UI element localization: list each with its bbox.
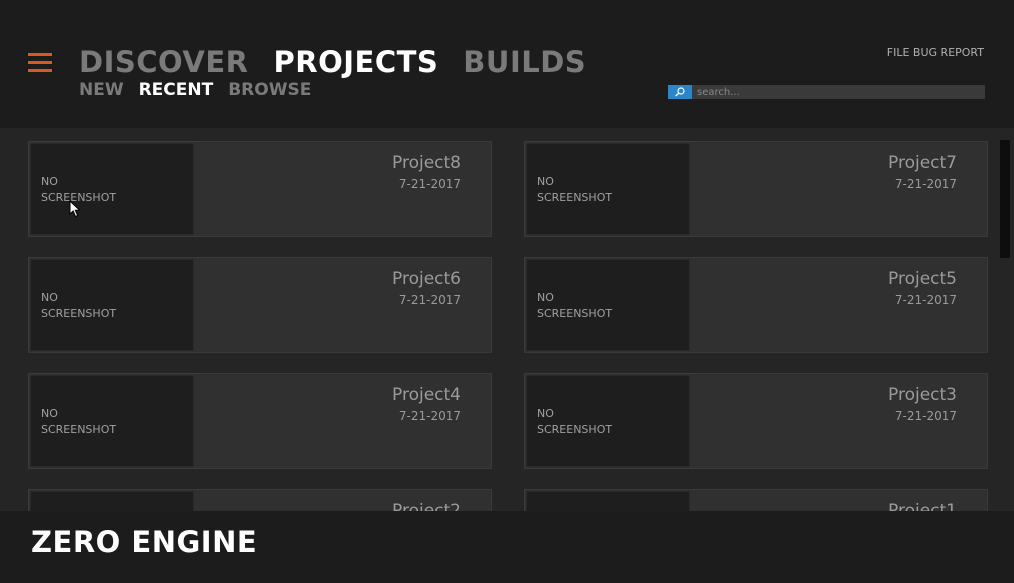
thumbnail-label-line2: SCREENSHOT [537, 307, 613, 320]
project-date: 7-21-2017 [398, 409, 461, 423]
subtab-browse[interactable]: BROWSE [228, 79, 311, 101]
thumbnail-label-line1: NO [537, 407, 554, 420]
brand-title: ZERO ENGINE [31, 525, 258, 559]
project-thumbnail: NO SCREENSHOT [526, 143, 690, 235]
footer: ZERO ENGINE [0, 511, 1014, 583]
thumbnail-label-line2: SCREENSHOT [41, 307, 117, 320]
thumbnail-label-line1: NO [41, 291, 58, 304]
project-date: 7-21-2017 [398, 293, 461, 307]
project-card-project4[interactable]: NO SCREENSHOT Project4 7-21-2017 [28, 373, 492, 469]
project-thumbnail: NO SCREENSHOT [30, 259, 194, 351]
thumbnail-label-line1: NO [537, 175, 554, 188]
project-name: Project7 [888, 153, 957, 173]
project-card-project5[interactable]: NO SCREENSHOT Project5 7-21-2017 [524, 257, 988, 353]
thumbnail-label-line1: NO [41, 175, 58, 188]
subtab-recent[interactable]: RECENT [139, 79, 214, 101]
header: DISCOVER PROJECTS BUILDS NEW RECENT BROW… [0, 0, 1014, 128]
project-card-project8[interactable]: NO SCREENSHOT Project8 7-21-2017 [28, 141, 492, 237]
project-thumbnail [30, 491, 194, 511]
mouse-cursor-icon [69, 200, 81, 218]
thumbnail-label-line2: SCREENSHOT [537, 191, 613, 204]
project-card-project1[interactable]: Project1 [524, 489, 988, 511]
project-name: Project6 [392, 269, 461, 289]
thumbnail-label-line1: NO [41, 407, 58, 420]
project-list: NO SCREENSHOT Project8 7-21-2017 NO SCREEN… [0, 128, 1014, 511]
project-name: Project2 [392, 501, 461, 511]
thumbnail-label-line2: SCREENSHOT [41, 423, 117, 436]
main-tabs: DISCOVER PROJECTS BUILDS [79, 44, 586, 80]
project-thumbnail: NO SCREENSHOT [526, 375, 690, 467]
search-button[interactable] [668, 85, 692, 99]
project-card-project7[interactable]: NO SCREENSHOT Project7 7-21-2017 [524, 141, 988, 237]
search-bar [668, 85, 985, 99]
project-name: Project5 [888, 269, 957, 289]
project-name: Project3 [888, 385, 957, 405]
project-name: Project4 [392, 385, 461, 405]
project-card-project6[interactable]: NO SCREENSHOT Project6 7-21-2017 [28, 257, 492, 353]
tab-projects[interactable]: PROJECTS [274, 44, 439, 80]
project-thumbnail: NO SCREENSHOT [526, 259, 690, 351]
project-date: 7-21-2017 [894, 177, 957, 191]
project-name: Project1 [888, 501, 957, 511]
subtab-new[interactable]: NEW [79, 79, 124, 101]
thumbnail-label-line2: SCREENSHOT [537, 423, 613, 436]
project-name: Project8 [392, 153, 461, 173]
hamburger-menu-icon[interactable] [28, 53, 52, 75]
scrollbar-thumb[interactable] [1000, 140, 1010, 258]
project-card-project2[interactable]: Project2 [28, 489, 492, 511]
project-thumbnail [526, 491, 690, 511]
project-thumbnail: NO SCREENSHOT [30, 375, 194, 467]
tab-discover[interactable]: DISCOVER [79, 44, 249, 80]
thumbnail-label-line1: NO [537, 291, 554, 304]
project-date: 7-21-2017 [894, 293, 957, 307]
tab-builds[interactable]: BUILDS [463, 44, 586, 80]
sub-tabs: NEW RECENT BROWSE [79, 79, 311, 101]
project-date: 7-21-2017 [894, 409, 957, 423]
search-input[interactable] [692, 85, 985, 99]
project-card-project3[interactable]: NO SCREENSHOT Project3 7-21-2017 [524, 373, 988, 469]
search-icon [675, 87, 685, 97]
project-thumbnail: NO SCREENSHOT [30, 143, 194, 235]
file-bug-report-link[interactable]: FILE BUG REPORT [887, 46, 984, 59]
project-date: 7-21-2017 [398, 177, 461, 191]
